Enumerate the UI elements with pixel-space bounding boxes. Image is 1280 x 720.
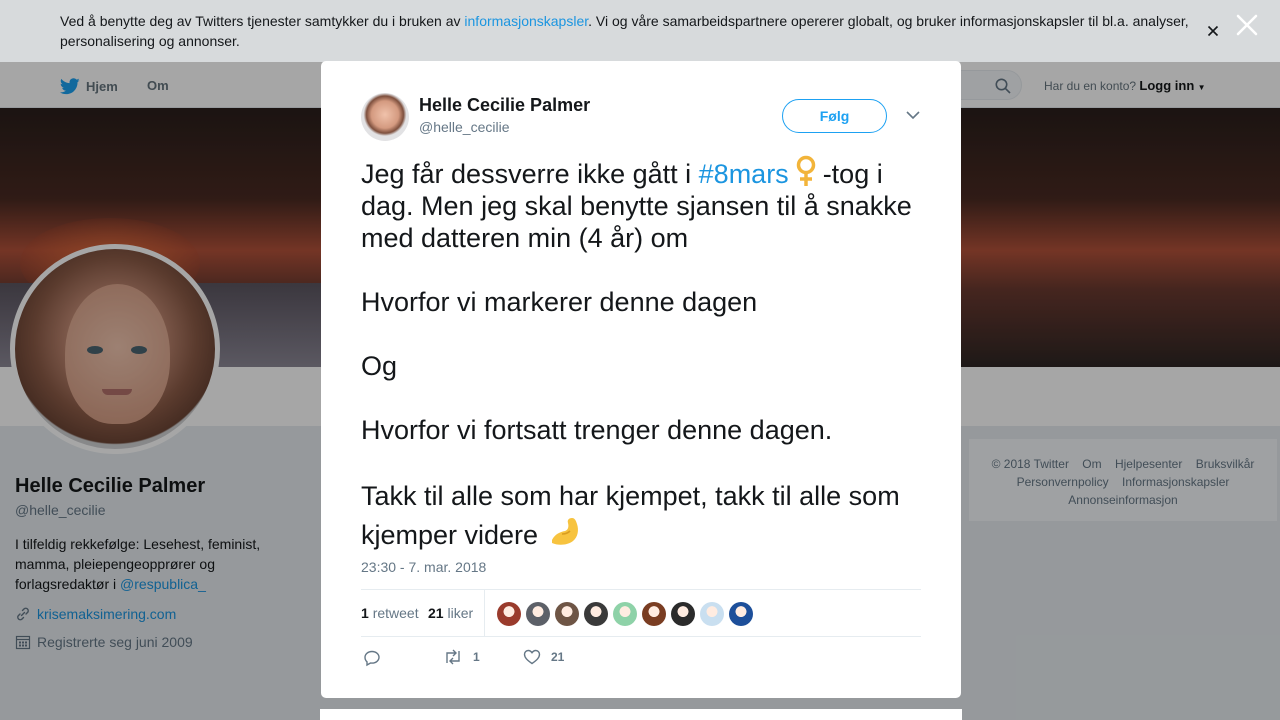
liker-avatar[interactable] <box>642 602 666 626</box>
retweet-stat[interactable]: 1 retweet <box>361 605 419 621</box>
liker-avatar[interactable] <box>555 602 579 626</box>
retweet-icon <box>446 649 460 665</box>
hashtag-link[interactable]: #8mars <box>699 159 789 189</box>
like-stat[interactable]: 21 liker <box>428 605 473 621</box>
cookie-close-icon[interactable] <box>1204 22 1222 40</box>
chevron-down-icon[interactable] <box>905 109 921 121</box>
author-name[interactable]: Helle Cecilie Palmer <box>419 95 590 116</box>
cookie-text-before: Ved å benytte deg av Twitters tjenester … <box>60 13 465 29</box>
tweet-paragraph: Hvorfor vi markerer denne dagen <box>361 287 758 317</box>
tweet-paragraph: Takk til alle som har kjempet, takk til … <box>361 478 926 553</box>
next-tweet-edge <box>320 709 962 720</box>
tweet-text-segment: Jeg får dessverre ikke gått i <box>361 159 699 189</box>
like-action-count: 21 <box>551 650 565 664</box>
divider <box>484 590 485 637</box>
retweet-count: 1 <box>361 605 369 621</box>
like-button[interactable]: 21 <box>523 649 564 665</box>
flexed-biceps-emoji-icon <box>551 518 578 545</box>
liker-avatar[interactable] <box>613 602 637 626</box>
tweet-stats: 1 retweet 21 liker <box>361 589 921 637</box>
liker-avatars <box>497 602 753 626</box>
reply-button[interactable] <box>363 649 381 667</box>
cookie-banner: Ved å benytte deg av Twitters tjenester … <box>0 0 1280 62</box>
retweet-action-count: 1 <box>473 650 480 664</box>
tweet-timestamp[interactable]: 23:30 - 7. mar. 2018 <box>361 559 486 575</box>
tweet-text: Jeg får dessverre ikke gått i #8mars -tog… <box>361 155 926 553</box>
follow-button[interactable]: Følg <box>782 99 887 133</box>
liker-avatar[interactable] <box>497 602 521 626</box>
retweet-button[interactable]: 1 <box>443 649 480 665</box>
tweet-actions: 1 21 <box>361 649 761 669</box>
close-icon[interactable] <box>1234 12 1260 38</box>
author-handle[interactable]: @helle_cecilie <box>419 119 509 135</box>
tweet-text-segment: Takk til alle som har kjempet, takk til … <box>361 481 900 550</box>
heart-icon <box>523 649 541 665</box>
author-avatar[interactable] <box>361 93 409 141</box>
tweet-paragraph: Og <box>361 351 398 381</box>
like-count: 21 <box>428 605 444 621</box>
liker-avatar[interactable] <box>700 602 724 626</box>
tweet-paragraph: Hvorfor vi fortsatt trenger denne dagen. <box>361 415 833 445</box>
retweet-label: retweet <box>372 605 419 621</box>
liker-avatar[interactable] <box>526 602 550 626</box>
female-sign-emoji-icon <box>796 155 815 186</box>
liker-avatar[interactable] <box>729 602 753 626</box>
tweet-paragraph: Jeg får dessverre ikke gått i #8mars -tog… <box>361 155 926 254</box>
like-label: liker <box>447 605 474 621</box>
liker-avatar[interactable] <box>584 602 608 626</box>
liker-avatar[interactable] <box>671 602 695 626</box>
tweet-modal: Helle Cecilie Palmer @helle_cecilie Følg… <box>321 61 961 698</box>
cookie-text: Ved å benytte deg av Twitters tjenester … <box>60 11 1200 51</box>
cookie-policy-link[interactable]: informasjonskapsler <box>464 13 588 29</box>
reply-icon <box>364 650 380 667</box>
